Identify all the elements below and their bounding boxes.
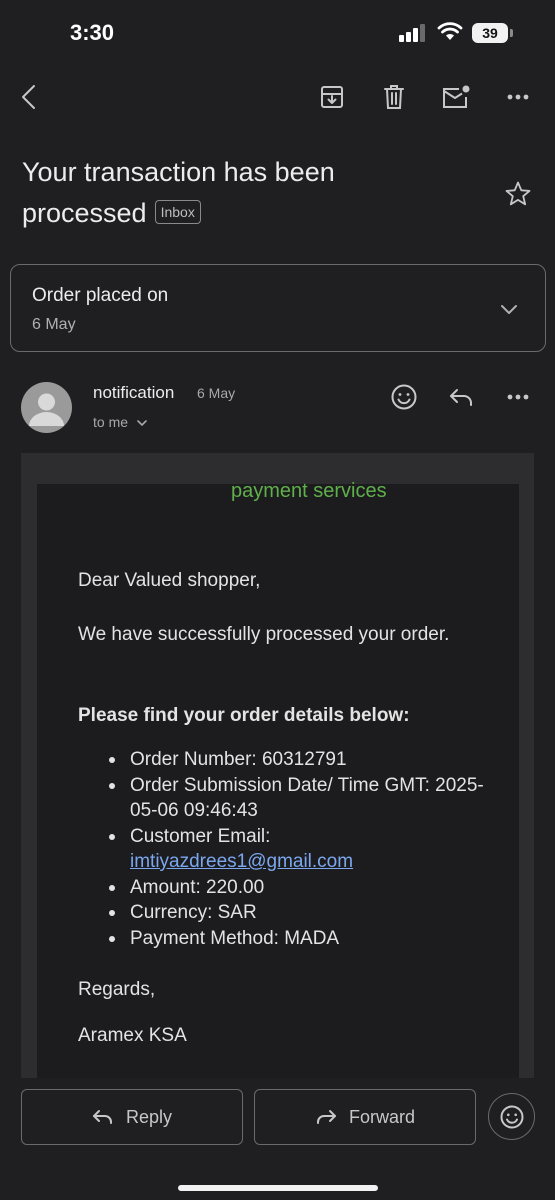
more-horizontal-icon — [507, 394, 529, 400]
inbox-label[interactable]: Inbox — [154, 199, 201, 224]
summary-date: 6 May — [32, 316, 76, 333]
mark-unread-button[interactable] — [440, 81, 472, 113]
emoji-reaction-button[interactable] — [488, 1093, 535, 1140]
signoff-text: Aramex KSA — [78, 1025, 187, 1046]
mark-unread-icon — [443, 85, 470, 108]
greeting: Dear Valued shopper, — [78, 570, 261, 591]
archive-icon — [321, 86, 343, 108]
message-text: We have successfully processed your orde… — [78, 624, 450, 645]
more-options-button[interactable] — [502, 81, 534, 113]
add-reaction-button[interactable] — [388, 381, 420, 413]
reply-icon-button[interactable] — [445, 381, 477, 413]
forward-label: Forward — [348, 1106, 415, 1127]
avatar[interactable] — [21, 382, 72, 433]
forward-button[interactable]: Forward — [254, 1089, 476, 1145]
amount: Amount: 220.00 — [109, 875, 500, 901]
order-details-list: Order Number: 60312791 Order Submission … — [109, 747, 500, 952]
order-summary-card[interactable]: Order placed on 6 May — [10, 264, 546, 352]
email-subject: Your transaction has been processed Inbox — [22, 152, 422, 234]
star-icon[interactable] — [504, 180, 532, 208]
customer-email-label: Customer Email: — [130, 825, 271, 847]
regards-text: Regards, — [78, 979, 156, 1000]
customer-email-link[interactable]: imtiyazdrees1@gmail.com — [130, 851, 353, 872]
details-heading: Please find your order details below: — [78, 705, 410, 726]
cellular-signal-icon — [399, 24, 425, 42]
reply-button[interactable]: Reply — [21, 1089, 243, 1145]
message-more-button[interactable] — [502, 381, 534, 413]
emoji-icon — [500, 1105, 523, 1128]
trash-icon — [384, 85, 404, 109]
summary-title: Order placed on — [32, 285, 169, 306]
home-indicator[interactable] — [178, 1185, 378, 1191]
person-icon — [29, 393, 64, 426]
chevron-down-icon — [501, 305, 517, 314]
forward-icon — [316, 1110, 336, 1124]
wifi-icon — [437, 22, 463, 40]
recipients-toggle[interactable]: to me — [93, 414, 148, 430]
more-horizontal-icon — [507, 94, 529, 100]
archive-button[interactable] — [316, 81, 348, 113]
battery-level: 39 — [472, 23, 508, 43]
emoji-icon — [391, 384, 417, 410]
sender-date: 6 May — [197, 385, 236, 401]
status-time: 3:30 — [70, 20, 115, 45]
submission-datetime: Order Submission Date/ Time GMT: 2025-05… — [109, 773, 500, 824]
payment-method: Payment Method: MADA — [109, 926, 500, 952]
brand-text: payment services — [231, 480, 387, 502]
reply-label: Reply — [125, 1106, 173, 1127]
customer-email: Customer Email: imtiyazdrees1@gmail.com — [109, 824, 500, 875]
chevron-down-small-icon — [137, 420, 147, 427]
delete-button[interactable] — [378, 81, 410, 113]
reply-icon — [92, 1110, 112, 1124]
reply-icon — [450, 389, 472, 406]
battery-icon: 39 — [472, 23, 516, 43]
currency: Currency: SAR — [109, 900, 500, 926]
back-arrow-icon — [22, 85, 35, 109]
sender-name[interactable]: notification — [93, 383, 174, 403]
order-number: Order Number: 60312791 — [109, 747, 500, 773]
recipients-text: to me — [93, 414, 129, 430]
back-button[interactable] — [13, 81, 45, 113]
